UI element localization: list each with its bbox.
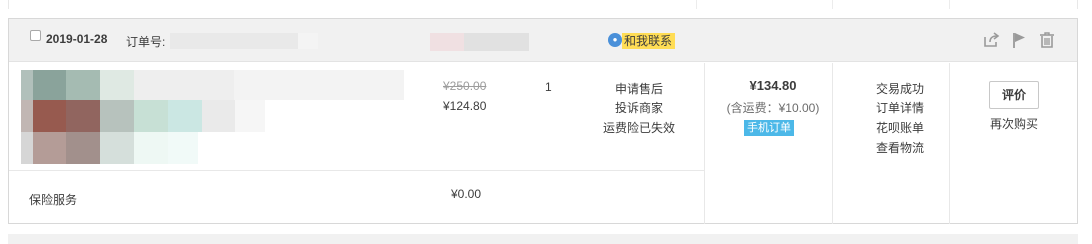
previous-order-divider [832,0,833,9]
next-order-header-edge [8,234,1078,244]
trade-status: 交易成功 [875,82,924,96]
contact-seller-link[interactable]: 和我联系 [622,33,676,49]
column-divider [949,63,950,224]
order-number-redacted [298,33,318,49]
shop-name-redacted [430,33,464,51]
flag-icon[interactable] [1010,31,1028,49]
mobile-order-badge: 手机订单 [744,120,794,136]
actual-price: ¥124.80 [443,99,487,113]
share-icon[interactable] [982,31,1000,49]
column-divider [832,63,833,224]
trash-icon[interactable] [1038,31,1056,49]
order-details-link[interactable]: 订单详情 [842,99,958,116]
shipping-insurance-status: 运费险已失效 [602,121,675,135]
huabei-bill-link[interactable]: 花呗账单 [842,119,958,136]
order-number-redacted [170,33,298,49]
insurance-price: ¥0.00 [451,187,482,201]
order-number-label: 订单号: [126,35,166,49]
previous-order-divider [949,0,950,9]
wangwang-chat-icon[interactable]: ● [608,33,622,47]
shipping-fee: (含运费：¥10.00) [726,101,820,115]
column-divider [704,63,705,224]
previous-order-divider [696,0,697,9]
original-price: ¥250.00 [443,79,487,93]
order-date: 2019-01-28 [46,32,108,46]
insurance-row-divider [9,170,704,171]
view-logistics-link[interactable]: 查看物流 [842,139,958,156]
apply-after-sales-link[interactable]: 申请售后 [589,80,689,97]
order-header: 2019-01-28 订单号: ● 和我联系 [9,19,1077,62]
insurance-service-label: 保险服务 [29,193,78,207]
shop-name-redacted [464,33,529,51]
order-select-checkbox[interactable] [30,30,41,41]
previous-order-edge [8,0,1078,9]
buy-again-link[interactable]: 再次购买 [959,115,1069,132]
complain-seller-link[interactable]: 投诉商家 [589,99,689,116]
order-total: ¥134.80 [749,78,797,93]
order-card: 2019-01-28 订单号: ● 和我联系 ¥250.00 ¥124.80 1… [8,18,1078,224]
quantity: 1 [545,80,552,94]
review-button[interactable]: 评价 [989,81,1039,109]
